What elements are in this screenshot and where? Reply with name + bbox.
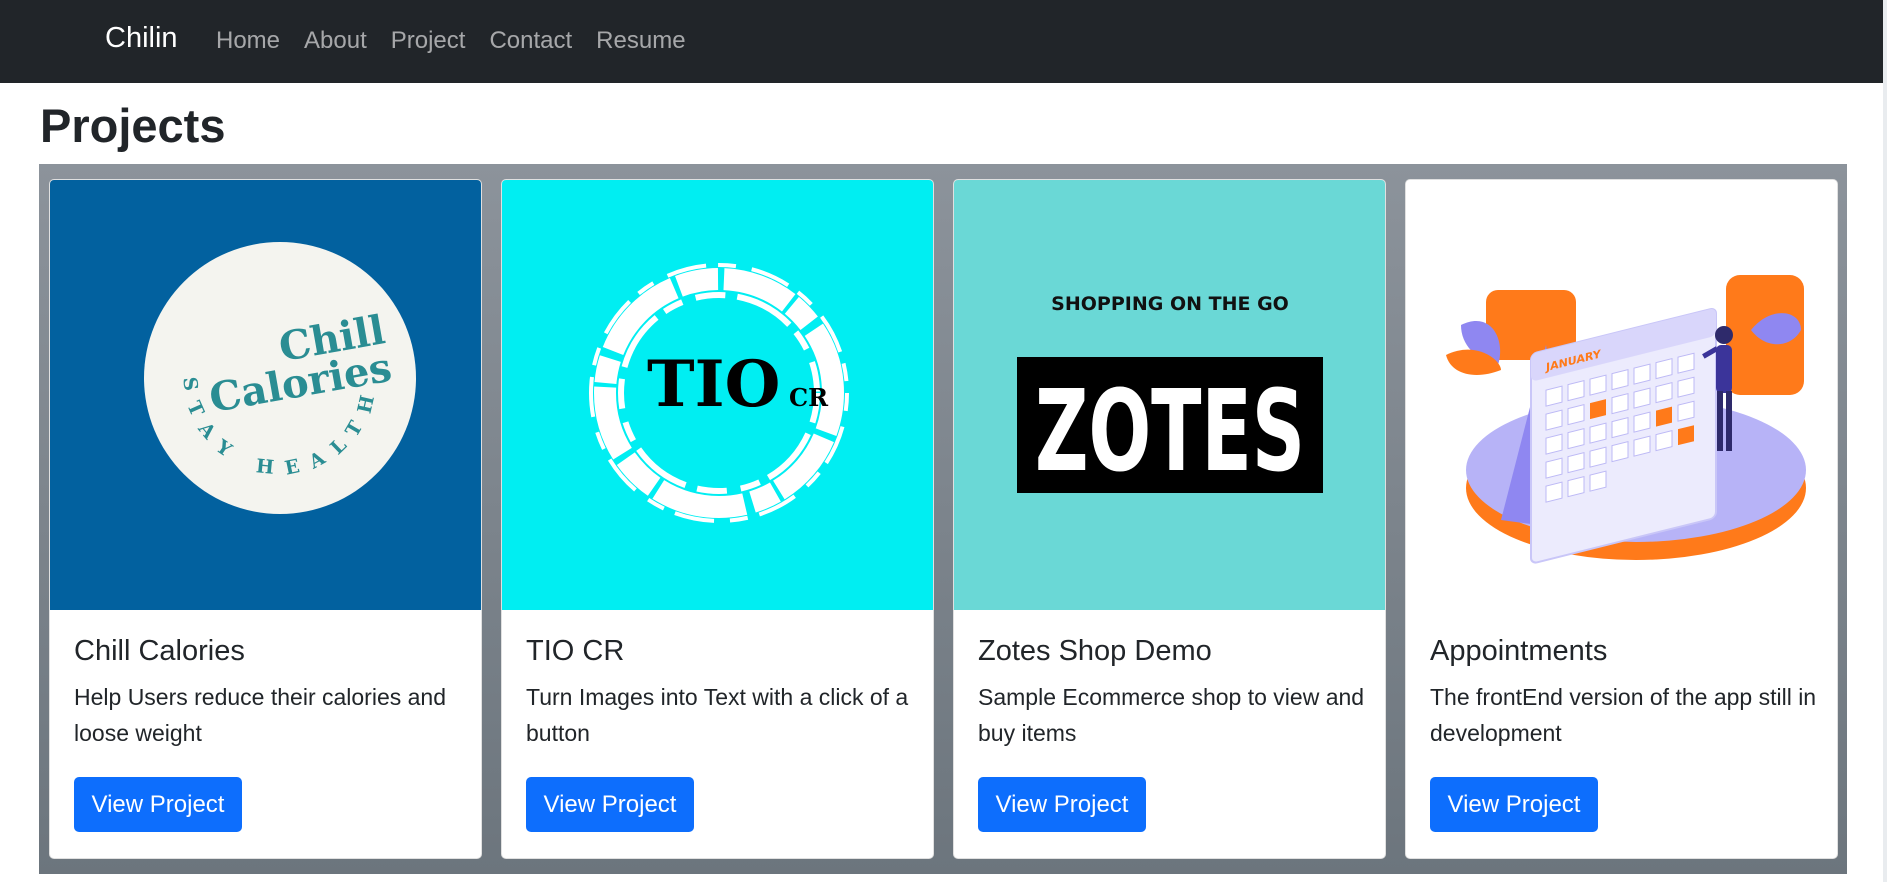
card-title: Zotes Shop Demo [978,635,1212,667]
nav-link-resume[interactable]: Resume [596,27,685,55]
zotes-logo: SHOPPING ON THE GO ZOTES [954,180,1385,610]
card-body: Appointments The frontEnd version of the… [1430,633,1820,751]
nav-link-about[interactable]: About [304,27,367,55]
project-card-zotes-shop: SHOPPING ON THE GO ZOTES Zotes Shop Demo… [953,179,1386,859]
project-card-appointments: JANUARY Appointments The frontEnd versio… [1405,179,1838,859]
chill-calories-logo: STAY HEALTHY Chill Calories [50,180,481,610]
tio-cr-logo: TIO CR [502,180,933,610]
view-project-button-chill-calories[interactable]: View Project [74,777,242,832]
page-title: Projects [40,99,226,152]
card-body: Zotes Shop Demo Sample Ecommerce shop to… [978,633,1368,751]
appointments-illustration: JANUARY [1406,180,1837,610]
project-card-chill-calories: STAY HEALTHY Chill Calories Chill Calori… [49,179,482,859]
logo-sub: CR [789,383,829,412]
nav-link-home[interactable]: Home [216,27,280,55]
card-title: TIO CR [526,635,625,667]
view-project-button-zotes-shop[interactable]: View Project [978,777,1146,832]
projects-panel: STAY HEALTHY Chill Calories Chill Calori… [39,164,1847,874]
card-description: Sample Ecommerce shop to view and buy it… [978,684,1365,746]
page-scrollbar[interactable] [1883,0,1887,882]
brand-link[interactable]: Chilin [105,22,178,55]
project-card-tio-cr: TIO CR TIO CR Turn Images into Text with… [501,179,934,859]
card-description: Help Users reduce their calories and loo… [74,684,447,746]
card-body: Chill Calories Help Users reduce their c… [74,633,464,751]
view-project-button-tio-cr[interactable]: View Project [526,777,694,832]
logo-main: ZOTES [1035,367,1305,497]
card-description: The frontEnd version of the app still in… [1430,684,1817,746]
top-navbar: Chilin Home About Project Contact Resume [0,0,1887,83]
card-title: Chill Calories [74,635,245,667]
nav-link-contact[interactable]: Contact [489,27,572,55]
card-title: Appointments [1430,635,1608,667]
logo-main: TIO [647,347,780,422]
nav-link-project[interactable]: Project [391,27,466,55]
nav-links: Home About Project Contact Resume [216,27,710,55]
view-project-button-appointments[interactable]: View Project [1430,777,1598,832]
card-body: TIO CR Turn Images into Text with a clic… [526,633,916,751]
logo-tagline: SHOPPING ON THE GO [1051,293,1289,315]
card-description: Turn Images into Text with a click of a … [526,684,909,746]
